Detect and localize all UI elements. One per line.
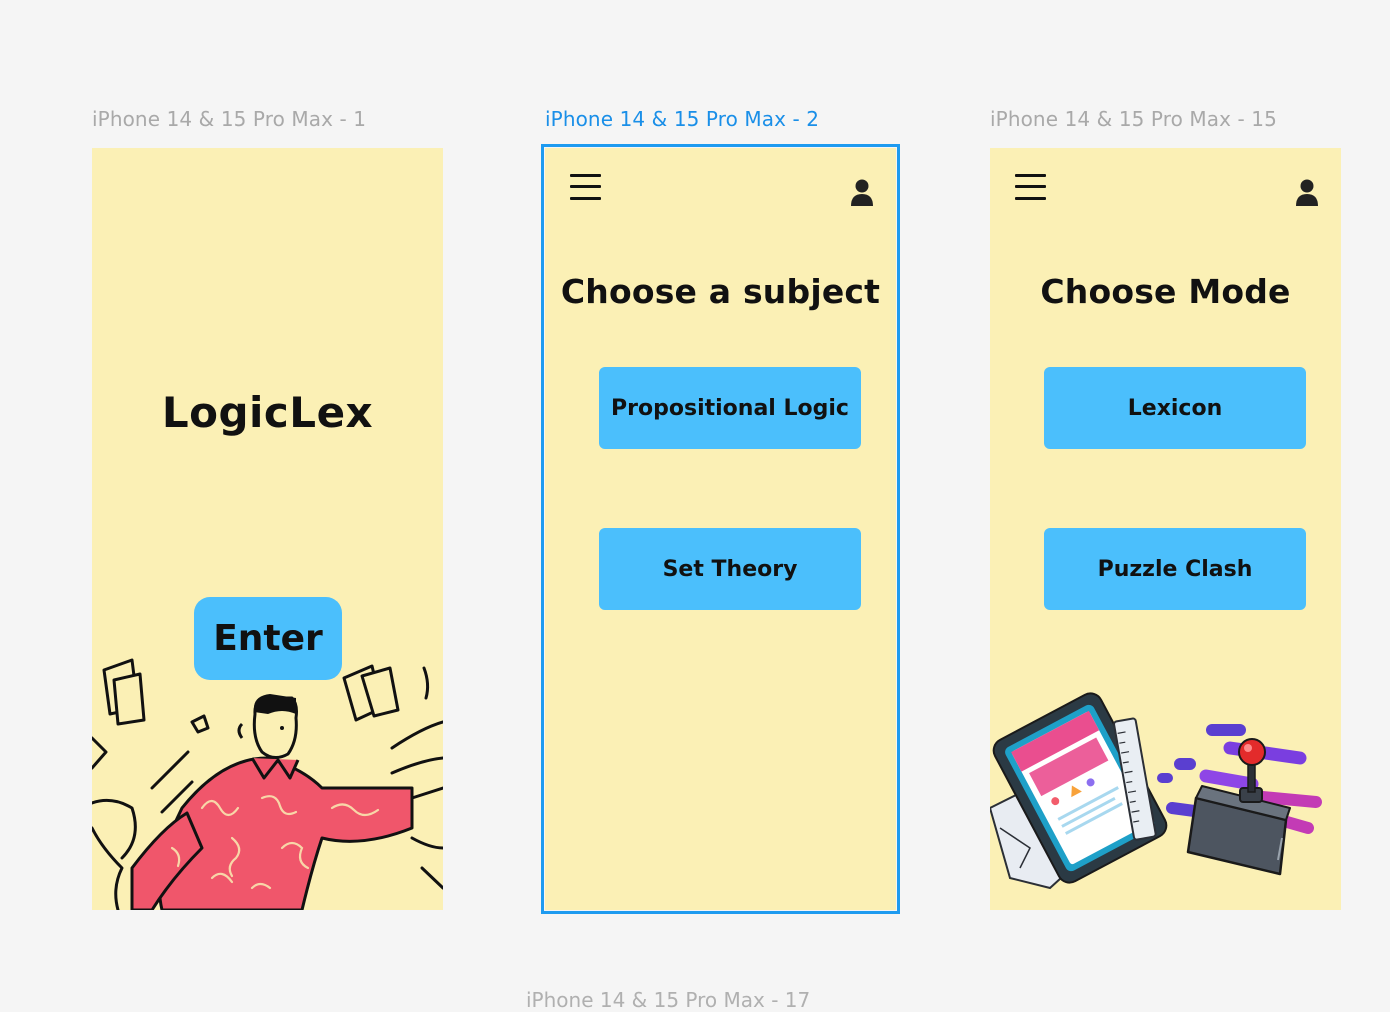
frame-label-15[interactable]: iPhone 14 & 15 Pro Max - 15 [990,107,1277,131]
enter-button[interactable]: Enter [194,597,342,680]
frame-choose-subject[interactable]: Choose a subject Propositional Logic Set… [541,144,900,914]
set-theory-button[interactable]: Set Theory [599,528,861,610]
propositional-logic-button[interactable]: Propositional Logic [599,367,861,449]
study-and-game-illustration [990,692,1322,890]
screen-title: Choose a subject [560,272,881,311]
user-profile-icon[interactable] [850,178,874,208]
running-man-illustration [92,658,443,910]
frame-label-1[interactable]: iPhone 14 & 15 Pro Max - 1 [92,107,366,131]
frame-landing[interactable]: LogicLex Enter [92,148,443,910]
hamburger-menu-icon[interactable] [570,173,602,201]
frame-label-17[interactable]: iPhone 14 & 15 Pro Max - 17 [526,988,810,1012]
frame-choose-mode[interactable]: Choose Mode Lexicon Puzzle Clash [990,148,1341,910]
frame-label-2[interactable]: iPhone 14 & 15 Pro Max - 2 [545,107,819,131]
